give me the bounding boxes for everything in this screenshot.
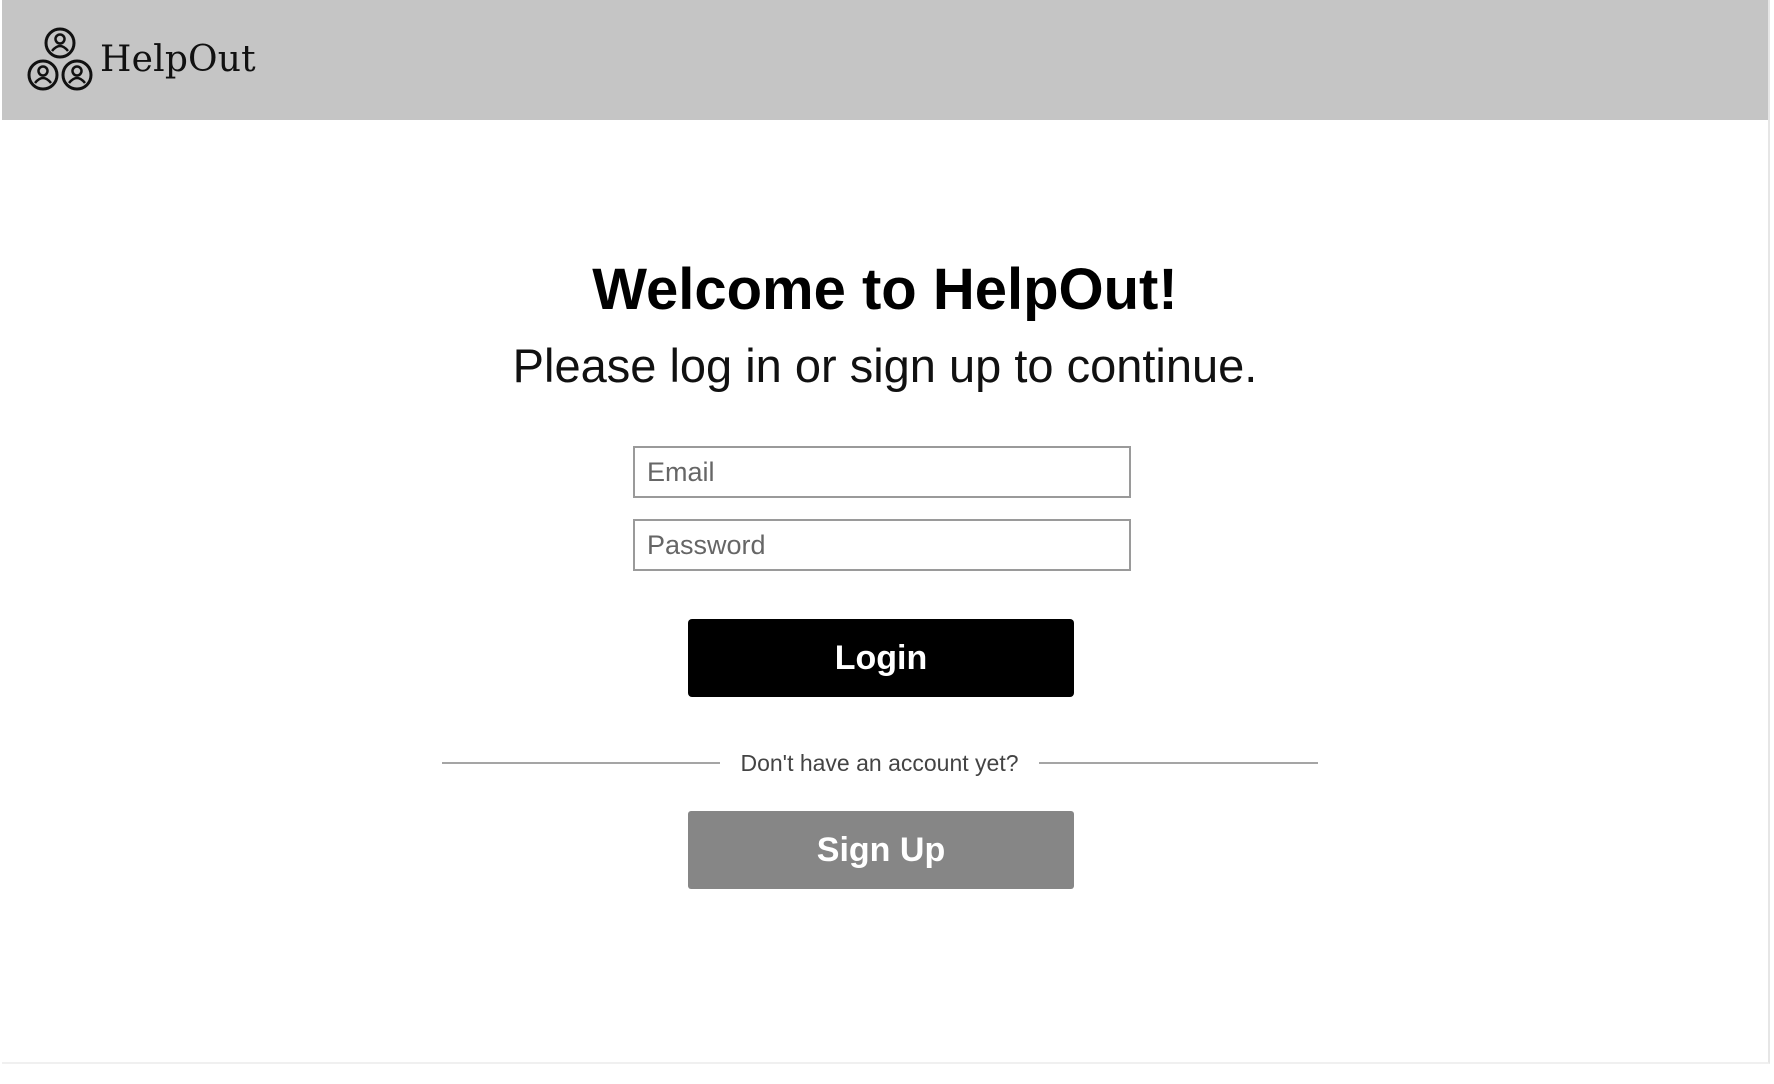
login-button[interactable]: Login [688, 619, 1074, 697]
welcome-heading: Welcome to HelpOut! [592, 257, 1178, 322]
app-window: HelpOut Welcome to HelpOut! Please log i… [2, 0, 1770, 1064]
divider-line-right [1039, 762, 1318, 764]
password-field[interactable] [633, 519, 1131, 571]
top-header-bar: HelpOut [2, 0, 1768, 120]
instruction-subtitle: Please log in or sign up to continue. [512, 339, 1258, 392]
email-field[interactable] [633, 446, 1131, 498]
brand-logo[interactable]: HelpOut [22, 24, 256, 96]
three-people-circles-icon [27, 27, 93, 91]
divider-line-left [442, 762, 720, 764]
sign-up-button[interactable]: Sign Up [688, 811, 1074, 889]
brand-name: HelpOut [100, 39, 256, 80]
signup-prompt-text: Don't have an account yet? [740, 750, 1019, 776]
page: HelpOut Welcome to HelpOut! Please log i… [0, 0, 1774, 1084]
